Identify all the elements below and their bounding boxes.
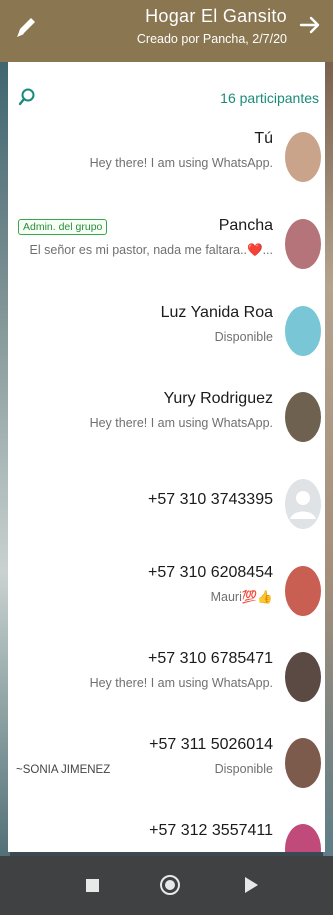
participant-name: +57 310 6785471 xyxy=(147,650,273,667)
participant-name: +57 310 3743395 xyxy=(147,491,273,508)
participant-name: +57 312 3557411 xyxy=(149,822,273,839)
participant-row[interactable]: Admin. del grupo Pancha El señor es mi p… xyxy=(8,207,325,291)
avatar xyxy=(285,219,321,269)
participant-status: El señor es mi pastor, nada me faltara..… xyxy=(29,243,273,257)
participant-status: Hey there! I am using WhatsApp. xyxy=(89,156,273,170)
participant-name: Pancha xyxy=(218,217,273,234)
participant-name: Luz Yanida Roa xyxy=(160,304,273,321)
stop-square-icon[interactable] xyxy=(86,879,99,892)
participant-status: Disponible xyxy=(214,762,273,776)
participant-name: +57 311 5026014 xyxy=(149,736,273,753)
participants-count: 16 participantes xyxy=(220,90,319,106)
play-triangle-icon[interactable] xyxy=(245,877,258,893)
participant-row[interactable]: +57 310 3743395 xyxy=(8,467,325,551)
group-header: Hogar El Gansito Creado por Pancha, 2/7/… xyxy=(0,0,333,62)
avatar xyxy=(285,738,321,788)
avatar-placeholder xyxy=(285,479,321,529)
system-nav-bar xyxy=(0,856,333,915)
participant-status: Hey there! I am using WhatsApp. xyxy=(89,676,273,690)
participant-display-name: ~SONIA JIMENEZ xyxy=(16,764,111,776)
participant-name: +57 310 6208454 xyxy=(147,564,273,581)
participant-row[interactable]: +57 311 5026014 Disponible ~SONIA JIMENE… xyxy=(8,726,325,810)
arrow-right-icon[interactable] xyxy=(297,12,323,38)
admin-badge: Admin. del grupo xyxy=(18,219,108,235)
home-circle-icon[interactable] xyxy=(160,875,180,895)
participant-row[interactable]: +57 310 6208454 Mauri💯👍 xyxy=(8,554,325,638)
participant-row[interactable]: Tú Hey there! I am using WhatsApp. xyxy=(8,120,325,204)
avatar xyxy=(285,306,321,356)
participant-row[interactable]: +57 310 6785471 Hey there! I am using Wh… xyxy=(8,640,325,724)
group-title: Hogar El Gansito xyxy=(145,6,287,26)
search-icon[interactable] xyxy=(18,88,36,106)
participants-panel: 16 participantes Tú Hey there! I am usin… xyxy=(8,62,325,852)
avatar xyxy=(285,652,321,702)
participant-row[interactable]: Yury Rodriguez Hey there! I am using Wha… xyxy=(8,380,325,464)
participant-row[interactable]: Luz Yanida Roa Disponible xyxy=(8,294,325,378)
participant-status: Hey there! I am using WhatsApp. xyxy=(89,416,273,430)
participant-name: Tú xyxy=(254,130,273,147)
avatar xyxy=(285,392,321,442)
avatar xyxy=(285,824,321,852)
participant-status: Mauri💯👍 xyxy=(210,590,273,604)
avatar xyxy=(285,132,321,182)
participant-status: Disponible xyxy=(214,330,273,344)
pencil-icon[interactable] xyxy=(14,14,40,40)
avatar xyxy=(285,566,321,616)
participant-row[interactable]: +57 312 3557411 xyxy=(8,812,325,852)
group-subtitle: Creado por Pancha, 2/7/20 xyxy=(136,32,287,46)
participant-name: Yury Rodriguez xyxy=(163,390,273,407)
